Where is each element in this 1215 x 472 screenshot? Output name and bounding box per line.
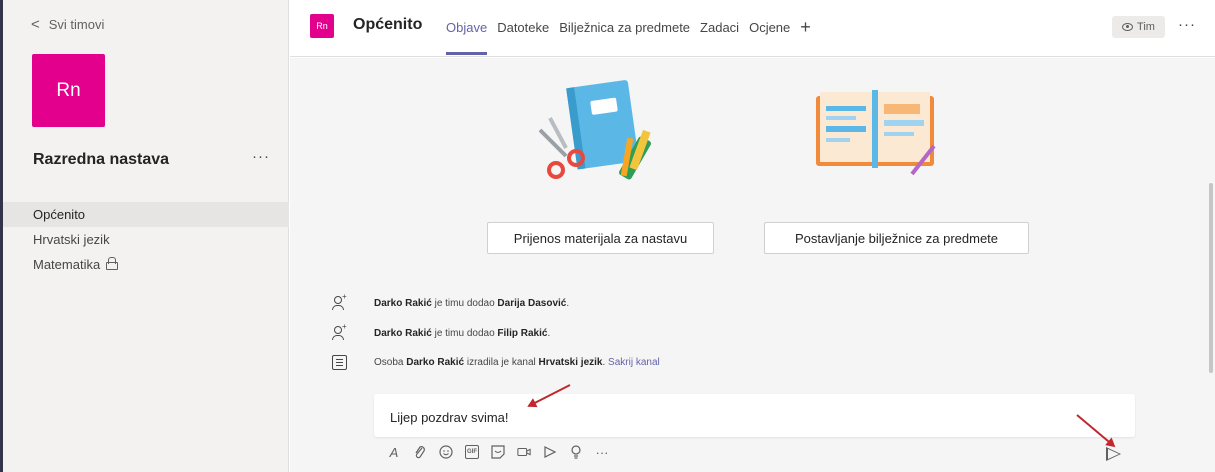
tab-biljeznica[interactable]: Bilježnica za predmete	[559, 20, 690, 41]
activity-item: + Darko Rakić je timu dodao Filip Rakić.	[332, 322, 550, 341]
team-more-options-button[interactable]: ···	[252, 148, 270, 165]
channel-icon	[332, 355, 347, 370]
meet-now-icon[interactable]	[517, 445, 531, 459]
sticker-icon[interactable]	[491, 445, 505, 459]
format-icon[interactable]: A	[387, 445, 401, 460]
compose-input-text[interactable]: Lijep pozdrav svima!	[390, 410, 509, 425]
channel-list: Općenito Hrvatski jezik Matematika	[3, 202, 289, 277]
hide-channel-link[interactable]: Sakrij kanal	[608, 357, 660, 368]
chevron-left-icon: <	[31, 16, 40, 33]
setup-class-notebook-button[interactable]: Postavljanje bilježnice za predmete	[764, 222, 1029, 254]
add-tab-button[interactable]: +	[800, 17, 811, 38]
channel-title: Općenito	[353, 16, 423, 33]
team-sidebar: < Svi timovi Rn Razredna nastava ··· Opć…	[3, 0, 289, 472]
attach-icon[interactable]	[413, 445, 427, 459]
eye-icon	[1122, 23, 1134, 31]
channel-tabs: Objave Datoteke Bilježnica za predmete Z…	[446, 17, 811, 55]
channel-item-matematika[interactable]: Matematika	[3, 252, 289, 277]
team-button-label: Tim	[1137, 21, 1155, 33]
compose-toolbar: A GIF ···	[387, 445, 609, 460]
channel-header: Rn Općenito Objave Datoteke Bilježnica z…	[290, 0, 1215, 57]
praise-icon[interactable]	[569, 445, 583, 459]
emoji-icon[interactable]	[439, 445, 453, 459]
activity-target: Filip Rakić	[497, 328, 548, 339]
activity-actor: Darko Rakić	[406, 357, 465, 368]
team-button[interactable]: Tim	[1112, 16, 1165, 38]
channel-avatar: Rn	[310, 14, 334, 38]
person-add-icon: +	[332, 292, 347, 311]
more-options-icon[interactable]: ···	[595, 445, 609, 460]
activity-target: Darija Dasović	[497, 298, 567, 309]
team-avatar: Rn	[32, 54, 105, 127]
activity-item: Osoba Darko Rakić izradila je kanal Hrva…	[332, 355, 660, 370]
upload-materials-illustration	[538, 80, 651, 180]
posts-area: Prijenos materijala za nastavu Postavlja…	[290, 58, 1215, 472]
channel-label: Hrvatski jezik	[33, 232, 110, 247]
channel-label: Matematika	[33, 257, 101, 272]
activity-actor: Darko Rakić	[374, 328, 432, 339]
tab-ocjene[interactable]: Ocjene	[749, 20, 790, 41]
channel-item-hrvatski-jezik[interactable]: Hrvatski jezik	[3, 227, 289, 252]
tab-datoteke[interactable]: Datoteke	[497, 20, 549, 41]
class-notebook-illustration	[816, 90, 936, 176]
tab-zadaci[interactable]: Zadaci	[700, 20, 739, 41]
stream-icon[interactable]	[543, 445, 557, 459]
compose-box[interactable]: Lijep pozdrav svima!	[374, 394, 1135, 437]
channel-label: Općenito	[33, 207, 86, 222]
scrollbar[interactable]	[1209, 183, 1213, 373]
back-to-teams-link[interactable]: < Svi timovi	[31, 16, 104, 33]
upload-materials-button[interactable]: Prijenos materijala za nastavu	[487, 222, 714, 254]
back-label: Svi timovi	[48, 17, 105, 32]
channel-item-opcenito[interactable]: Općenito	[3, 202, 289, 227]
lock-icon	[106, 257, 119, 270]
header-more-options-button[interactable]: ···	[1178, 16, 1196, 33]
person-add-icon: +	[332, 322, 347, 341]
activity-item: + Darko Rakić je timu dodao Darija Dasov…	[332, 292, 569, 311]
activity-actor: Darko Rakić	[374, 298, 432, 309]
team-name: Razredna nastava	[33, 151, 170, 168]
tab-objave[interactable]: Objave	[446, 20, 488, 55]
gif-icon[interactable]: GIF	[465, 445, 479, 459]
activity-target: Hrvatski jezik	[538, 357, 603, 368]
